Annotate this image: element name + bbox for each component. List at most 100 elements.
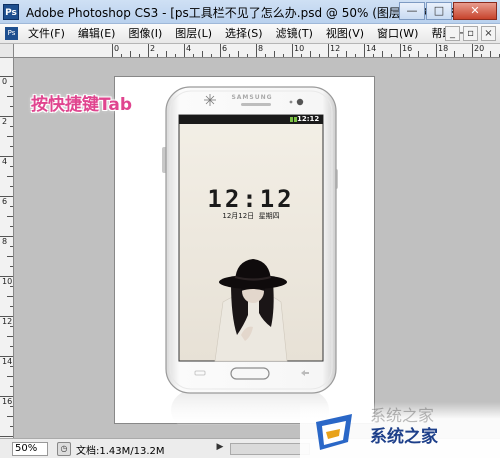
ruler-label: 16 xyxy=(2,397,13,406)
ruler-minor-tick xyxy=(337,54,338,57)
ruler-label: 4 xyxy=(2,157,8,166)
ruler-minor-tick xyxy=(10,406,13,407)
ruler-minor-tick xyxy=(7,296,13,297)
document-canvas[interactable]: SAMSUNG 12:12 12:12 12月12日 星期四 xyxy=(114,76,375,430)
ruler-minor-tick xyxy=(454,51,455,57)
menu-select[interactable]: 选择(S) xyxy=(225,24,263,44)
ruler-minor-tick xyxy=(373,54,374,57)
horizontal-scrollbar[interactable] xyxy=(230,443,310,455)
ruler-minor-tick xyxy=(301,54,302,57)
ruler-minor-tick xyxy=(283,54,284,57)
ruler-minor-tick xyxy=(10,386,13,387)
earpiece-speaker xyxy=(241,103,271,106)
menu-view[interactable]: 视图(V) xyxy=(326,24,364,44)
doc-restore-button[interactable]: ▫ xyxy=(463,26,478,41)
ruler-minor-tick xyxy=(202,51,203,57)
status-menu-arrow-icon[interactable]: ▶ xyxy=(213,442,227,456)
document-window-controls: _ ▫ × xyxy=(442,26,496,41)
photoshop-logo-icon: Ps xyxy=(3,4,19,20)
ruler-minor-tick xyxy=(10,126,13,127)
ruler-minor-tick xyxy=(10,166,13,167)
ruler-label: 8 xyxy=(2,237,8,246)
minimize-button[interactable]: — xyxy=(399,2,425,20)
ruler-minor-tick xyxy=(10,106,13,107)
ruler-tick xyxy=(184,44,185,57)
ruler-minor-tick xyxy=(238,51,239,57)
ruler-minor-tick xyxy=(10,206,13,207)
ruler-minor-tick xyxy=(130,51,131,57)
doc-close-button[interactable]: × xyxy=(481,26,496,41)
vertical-ruler[interactable]: 024681012141618 xyxy=(0,58,14,438)
ruler-minor-tick xyxy=(10,186,13,187)
window-controls: — □ ✕ xyxy=(398,2,497,20)
phone-image xyxy=(162,86,338,430)
menu-image[interactable]: 图像(I) xyxy=(128,24,162,44)
ruler-tick xyxy=(436,44,437,57)
ruler-minor-tick xyxy=(7,256,13,257)
site-watermark: 系统之家 系统之家 xyxy=(300,402,500,458)
title-bar: Ps Adobe Photoshop CS3 - [ps工具栏不见了怎么办.ps… xyxy=(0,0,500,24)
tab-shortcut-annotation: 按快捷键Tab xyxy=(31,95,133,115)
menu-file[interactable]: 文件(F) xyxy=(28,24,65,44)
menu-items: 文件(F) 编辑(E) 图像(I) 图层(L) 选择(S) 滤镜(T) 视图(V… xyxy=(28,24,483,44)
ruler-minor-tick xyxy=(229,54,230,57)
ruler-label: 12 xyxy=(2,317,13,326)
ruler-label: 10 xyxy=(2,277,13,286)
document-icon[interactable]: Ps xyxy=(5,27,18,40)
maximize-button[interactable]: □ xyxy=(426,2,452,20)
horizontal-ruler[interactable]: 0 2 4 6 8 10 12 14 16 18 20 xyxy=(14,44,500,58)
ruler-tick xyxy=(400,44,401,57)
ruler-minor-tick xyxy=(10,146,13,147)
doc-minimize-button[interactable]: _ xyxy=(445,26,460,41)
document-status-icon[interactable]: ◷ xyxy=(57,442,71,456)
ruler-minor-tick xyxy=(10,286,13,287)
ruler-label: 12 xyxy=(330,44,341,53)
ruler-tick xyxy=(472,44,473,57)
ruler-label: 4 xyxy=(186,44,192,53)
ruler-minor-tick xyxy=(10,246,13,247)
ruler-minor-tick xyxy=(409,54,410,57)
zoom-field[interactable]: 50% xyxy=(12,442,48,456)
ruler-tick xyxy=(364,44,365,57)
menu-filter[interactable]: 滤镜(T) xyxy=(276,24,313,44)
ruler-label: 8 xyxy=(258,44,264,53)
ruler-tick xyxy=(328,44,329,57)
ruler-minor-tick xyxy=(445,54,446,57)
status-time: 12:12 xyxy=(297,115,320,123)
ruler-minor-tick xyxy=(7,96,13,97)
ruler-minor-tick xyxy=(490,51,491,57)
home-button xyxy=(230,367,270,380)
ruler-label: 6 xyxy=(222,44,228,53)
ruler-minor-tick xyxy=(211,54,212,57)
ruler-origin[interactable] xyxy=(0,44,14,58)
ruler-label: 10 xyxy=(294,44,305,53)
ruler-minor-tick xyxy=(7,176,13,177)
ruler-minor-tick xyxy=(7,416,13,417)
ruler-minor-tick xyxy=(391,54,392,57)
front-camera xyxy=(296,98,304,106)
watermark-logo-icon xyxy=(316,414,352,450)
ruler-minor-tick xyxy=(319,54,320,57)
menu-window[interactable]: 窗口(W) xyxy=(377,24,418,44)
ruler-label: 20 xyxy=(474,44,485,53)
ruler-minor-tick xyxy=(193,54,194,57)
ruler-label: 0 xyxy=(2,77,8,86)
menu-layer[interactable]: 图层(L) xyxy=(175,24,212,44)
ruler-minor-tick xyxy=(310,51,311,57)
ruler-minor-tick xyxy=(481,54,482,57)
document-workspace[interactable]: 0 2 4 6 8 10 12 14 16 18 20 0 2 4 6 8 10 12 14 16 18 xyxy=(0,44,500,438)
menu-edit[interactable]: 编辑(E) xyxy=(78,24,116,44)
ruler-minor-tick xyxy=(10,346,13,347)
ruler-label: 14 xyxy=(366,44,377,53)
ruler-tick xyxy=(256,44,257,57)
ruler-minor-tick xyxy=(346,51,347,57)
ruler-tick xyxy=(292,44,293,57)
menu-bar: Ps 文件(F) 编辑(E) 图像(I) 图层(L) 选择(S) 滤镜(T) 视… xyxy=(0,24,500,44)
close-button[interactable]: ✕ xyxy=(453,2,497,20)
ruler-label: 18 xyxy=(438,44,449,53)
ruler-minor-tick xyxy=(7,336,13,337)
ruler-minor-tick xyxy=(7,216,13,217)
ruler-minor-tick xyxy=(355,54,356,57)
ruler-label: 16 xyxy=(402,44,413,53)
ruler-minor-tick xyxy=(166,51,167,57)
